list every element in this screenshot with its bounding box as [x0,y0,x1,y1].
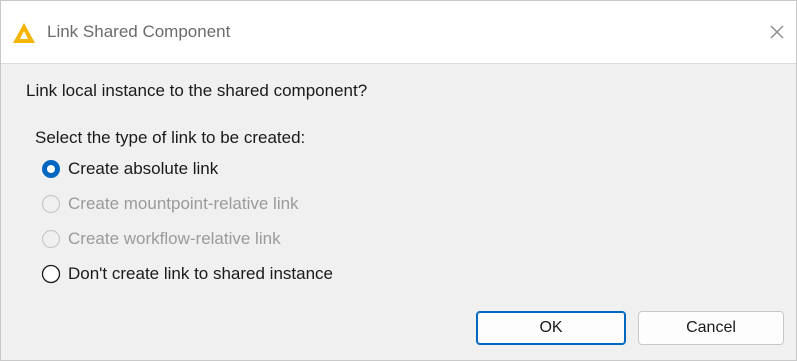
cancel-button[interactable]: Cancel [638,311,784,345]
radio-label: Don't create link to shared instance [68,264,334,283]
close-icon [770,25,784,39]
radio-button-unselected[interactable] [41,264,61,284]
radio-workflow-relative-link: Create workflow-relative link [41,227,281,251]
dialog-message: Link local instance to the shared compon… [26,81,368,100]
link-shared-component-dialog: Link Shared Component Link local instanc… [0,0,797,361]
warning-triangle-icon [12,22,36,44]
radio-label: Create workflow-relative link [68,229,281,248]
radio-no-link[interactable]: Don't create link to shared instance [41,262,333,286]
ok-button[interactable]: OK [476,311,626,345]
radio-button-disabled [41,229,61,249]
radio-mountpoint-relative-link: Create mountpoint-relative link [41,192,299,216]
link-type-group-label: Select the type of link to be created: [35,128,306,147]
radio-button-selected[interactable] [41,159,61,179]
radio-button-disabled [41,194,61,214]
radio-label: Create absolute link [68,159,219,178]
close-button[interactable] [764,19,790,45]
window-title: Link Shared Component [47,22,231,41]
radio-absolute-link[interactable]: Create absolute link [41,157,218,181]
radio-label: Create mountpoint-relative link [68,194,299,213]
title-bar: Link Shared Component [1,1,796,64]
